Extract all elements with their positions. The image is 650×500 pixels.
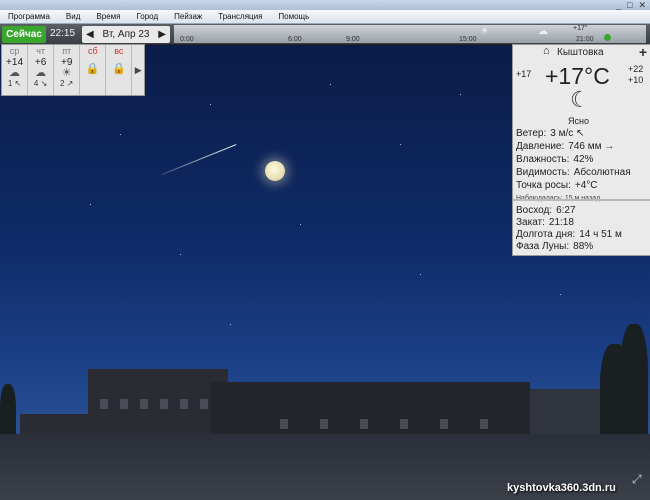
forecast-more-button[interactable]: ▶ bbox=[132, 45, 144, 95]
timeline-tick: 21:00 bbox=[576, 36, 594, 43]
forecast-day[interactable]: пт +9 ☀ 2 ↗ bbox=[54, 45, 81, 95]
fullscreen-icon[interactable]: ⤢ bbox=[632, 472, 646, 486]
timeline-tick: 0:00 bbox=[180, 36, 194, 43]
meteor-trail bbox=[161, 144, 237, 175]
day-name: пт bbox=[62, 46, 72, 56]
timeline-tick: 9:00 bbox=[346, 36, 360, 43]
sunrise-value: 6:27 bbox=[556, 205, 576, 216]
now-button[interactable]: Сейчас bbox=[2, 26, 46, 43]
minimize-button[interactable]: _ bbox=[616, 0, 621, 10]
lock-icon: 🔒 bbox=[112, 63, 126, 75]
timeline-handle[interactable] bbox=[604, 34, 611, 41]
feels-temp: +17 bbox=[516, 69, 532, 79]
forecast-day-locked[interactable]: сб 🔒 bbox=[80, 45, 107, 95]
day-wind: 4 ↘ bbox=[33, 79, 48, 88]
forecast-day-locked[interactable]: вс 🔒 bbox=[106, 45, 133, 95]
city-name[interactable]: Кыштовка bbox=[557, 47, 604, 58]
current-temp: +17°C bbox=[545, 63, 610, 89]
visibility-label: Видимость: bbox=[516, 167, 570, 178]
day-wind: 1 ↖ bbox=[7, 79, 22, 88]
app-window: _ □ ✕ Программа Вид Время Город Пейзаж Т… bbox=[0, 0, 650, 500]
forecast-day[interactable]: чт +6 ☁ 4 ↘ bbox=[28, 45, 55, 95]
menu-view[interactable]: Вид bbox=[58, 12, 88, 21]
wind-label: Ветер: bbox=[516, 128, 547, 139]
condition-text: Ясно bbox=[568, 116, 589, 126]
time-toolbar: Сейчас 22:15 ◀ Вт, Апр 23 ▶ 0:00 6:00 9:… bbox=[0, 24, 650, 45]
pressure-value: 746 мм → bbox=[568, 141, 615, 152]
divider bbox=[513, 199, 650, 201]
wind-value: 3 м/с ↖ bbox=[550, 128, 585, 139]
visibility-value: Абсолютная bbox=[573, 167, 631, 178]
watermark-text: kyshtovka360.3dn.ru bbox=[507, 482, 616, 494]
moonphase-value: 88% bbox=[573, 241, 594, 252]
rain-cloud-icon: ☁ bbox=[9, 67, 21, 79]
temp-high: +22 bbox=[628, 64, 644, 74]
prev-day-button[interactable]: ◀ bbox=[86, 29, 94, 40]
weather-info-panel: ⌂ Кыштовка + +17 +17°C +22 +10 ☾ Ясно Ве… bbox=[512, 44, 650, 256]
maximize-button[interactable]: □ bbox=[627, 0, 632, 10]
add-city-button[interactable]: + bbox=[639, 44, 647, 60]
day-wind: 2 ↗ bbox=[60, 79, 74, 88]
menu-help[interactable]: Помощь bbox=[270, 12, 317, 21]
daylength-value: 14 ч 51 м bbox=[579, 229, 622, 240]
pressure-label: Давление: bbox=[516, 141, 565, 152]
close-button[interactable]: ✕ bbox=[638, 0, 646, 10]
astro-details: Восход: 6:27 Закат: 21:18 Долгота дня: 14 ч… bbox=[516, 205, 622, 253]
menu-broadcast[interactable]: Трансляция bbox=[210, 12, 270, 21]
day-name: сб bbox=[87, 46, 98, 56]
day-name: ср bbox=[9, 46, 20, 56]
menu-bar: Программа Вид Время Город Пейзаж Трансля… bbox=[0, 10, 650, 24]
temp-low: +10 bbox=[628, 75, 644, 85]
home-icon[interactable]: ⌂ bbox=[543, 45, 550, 57]
partly-cloudy-icon: ☁ bbox=[538, 26, 548, 37]
moon bbox=[265, 161, 285, 181]
next-day-button[interactable]: ▶ bbox=[158, 29, 166, 40]
day-name: чт bbox=[36, 46, 46, 56]
title-bar: _ □ ✕ bbox=[0, 0, 650, 10]
humidity-label: Влажность: bbox=[516, 154, 570, 165]
sunset-label: Закат: bbox=[516, 217, 545, 228]
timeline-slider[interactable]: 0:00 6:00 9:00 15:00 21:00 ☀ ☁ +17° bbox=[174, 25, 646, 43]
current-time: 22:15 bbox=[50, 28, 76, 39]
date-selector: ◀ Вт, Апр 23 ▶ bbox=[82, 26, 170, 43]
menu-program[interactable]: Программа bbox=[0, 12, 58, 21]
dew-label: Точка росы: bbox=[516, 180, 571, 191]
day-name: вс bbox=[114, 46, 124, 56]
sunrise-label: Восход: bbox=[516, 205, 553, 216]
forecast-day[interactable]: ср +14 ☁ 1 ↖ bbox=[2, 45, 29, 95]
lock-icon: 🔒 bbox=[85, 63, 100, 75]
menu-city[interactable]: Город bbox=[128, 12, 166, 21]
timeline-tick: 15:00 bbox=[459, 36, 477, 43]
tree bbox=[620, 324, 648, 444]
daylength-label: Долгота дня: bbox=[516, 229, 576, 240]
forecast-panel: ср +14 ☁ 1 ↖ чт +6 ☁ 4 ↘ пт +9 ☀ 2 ↗ сб … bbox=[1, 44, 145, 96]
sunset-value: 21:18 bbox=[548, 217, 574, 228]
timeline-temp: +17° bbox=[573, 25, 588, 32]
weather-details: Ветер: 3 м/с ↖ Давление: 746 мм → Влажност… bbox=[516, 127, 631, 205]
rain-cloud-icon: ☁ bbox=[35, 67, 47, 79]
menu-landscape[interactable]: Пейзаж bbox=[166, 12, 210, 21]
humidity-value: 42% bbox=[573, 154, 594, 165]
menu-time[interactable]: Время bbox=[88, 12, 128, 21]
dew-value: +4°C bbox=[574, 180, 598, 191]
moon-clear-icon: ☾ bbox=[570, 87, 590, 112]
sun-icon: ☀ bbox=[480, 26, 489, 37]
moonphase-label: Фаза Луны: bbox=[516, 241, 570, 252]
current-date: Вт, Апр 23 bbox=[102, 29, 150, 40]
window-controls: _ □ ✕ bbox=[616, 0, 646, 10]
sun-cloud-icon: ☀ bbox=[61, 67, 72, 79]
timeline-tick: 6:00 bbox=[288, 36, 302, 43]
